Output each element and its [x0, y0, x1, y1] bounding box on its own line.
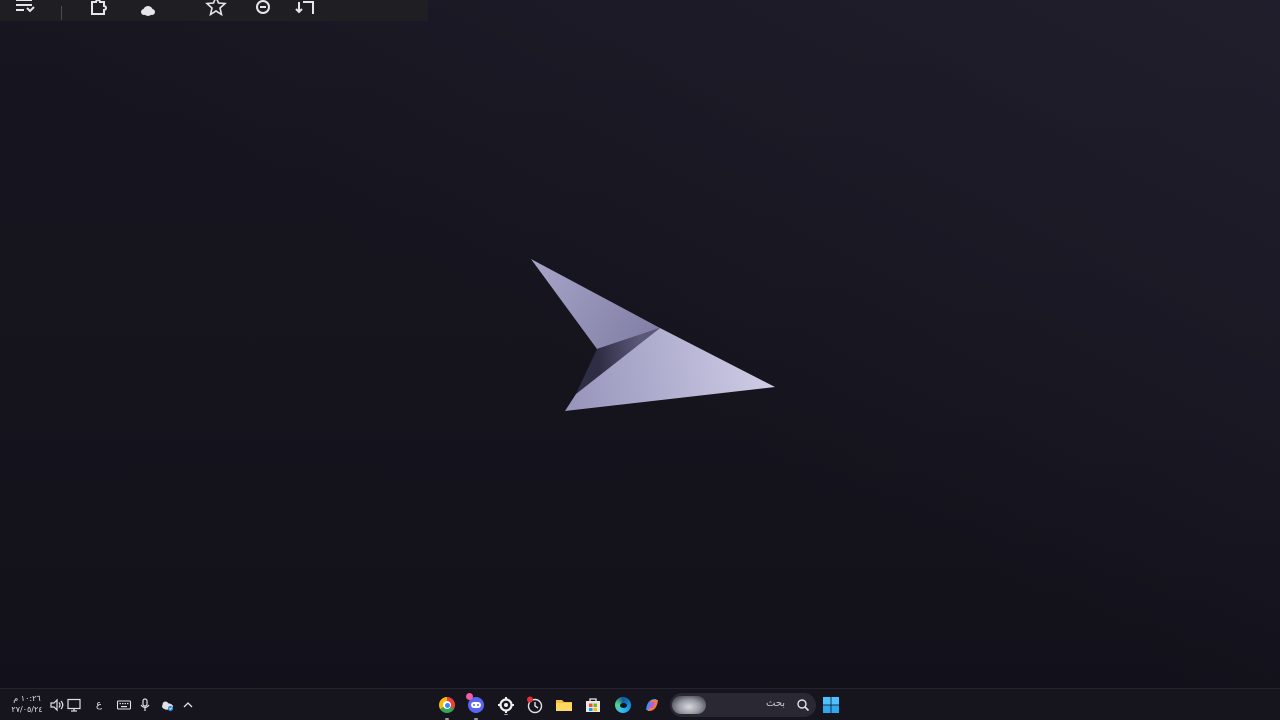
clock-app-icon[interactable]: [525, 695, 545, 715]
microsoft-store-icon[interactable]: [583, 695, 603, 715]
paper-airplane-logo: [531, 259, 775, 411]
input-language-indicator[interactable]: ع: [93, 697, 105, 713]
browser-toolbar: [0, 0, 428, 21]
discord-icon[interactable]: [466, 693, 486, 720]
desktop-background: [0, 0, 1280, 688]
favorites-star-icon[interactable]: [205, 0, 227, 16]
clock-date-display[interactable]: ١٠:٢٦ م ٢٧/٠٥/٢٤: [8, 693, 46, 719]
speaker-icon[interactable]: [49, 697, 65, 713]
onedrive-icon[interactable]: [159, 697, 175, 713]
taskbar: ١٠:٢٦ م ٢٧/٠٥/٢٤ ع بحث: [0, 688, 1280, 720]
keyboard-icon[interactable]: [116, 697, 132, 713]
download-icon[interactable]: [293, 0, 315, 16]
file-explorer-icon[interactable]: [554, 695, 574, 715]
zoom-out-icon[interactable]: [252, 0, 274, 16]
chrome-icon[interactable]: [437, 695, 457, 720]
microphone-icon[interactable]: [137, 697, 153, 713]
copilot-icon[interactable]: [642, 695, 662, 715]
clock-date: ٢٧/٠٥/٢٤: [11, 705, 43, 714]
profile-icon[interactable]: [137, 0, 159, 16]
clock-time: ١٠:٢٦ م: [13, 694, 41, 703]
taskbar-search-box[interactable]: بحث: [670, 693, 816, 717]
search-icon: [797, 699, 810, 712]
search-highlight-image[interactable]: [672, 696, 706, 714]
chevron-up-icon[interactable]: [180, 697, 196, 713]
reading-list-icon[interactable]: [13, 0, 35, 16]
settings-gear-icon[interactable]: [496, 695, 516, 715]
edge-icon[interactable]: [613, 695, 633, 715]
search-placeholder: بحث: [766, 698, 786, 709]
windows-start-icon[interactable]: [821, 695, 841, 715]
display-icon[interactable]: [66, 697, 82, 713]
toolbar-separator: [61, 6, 62, 20]
extensions-icon[interactable]: [88, 0, 110, 16]
